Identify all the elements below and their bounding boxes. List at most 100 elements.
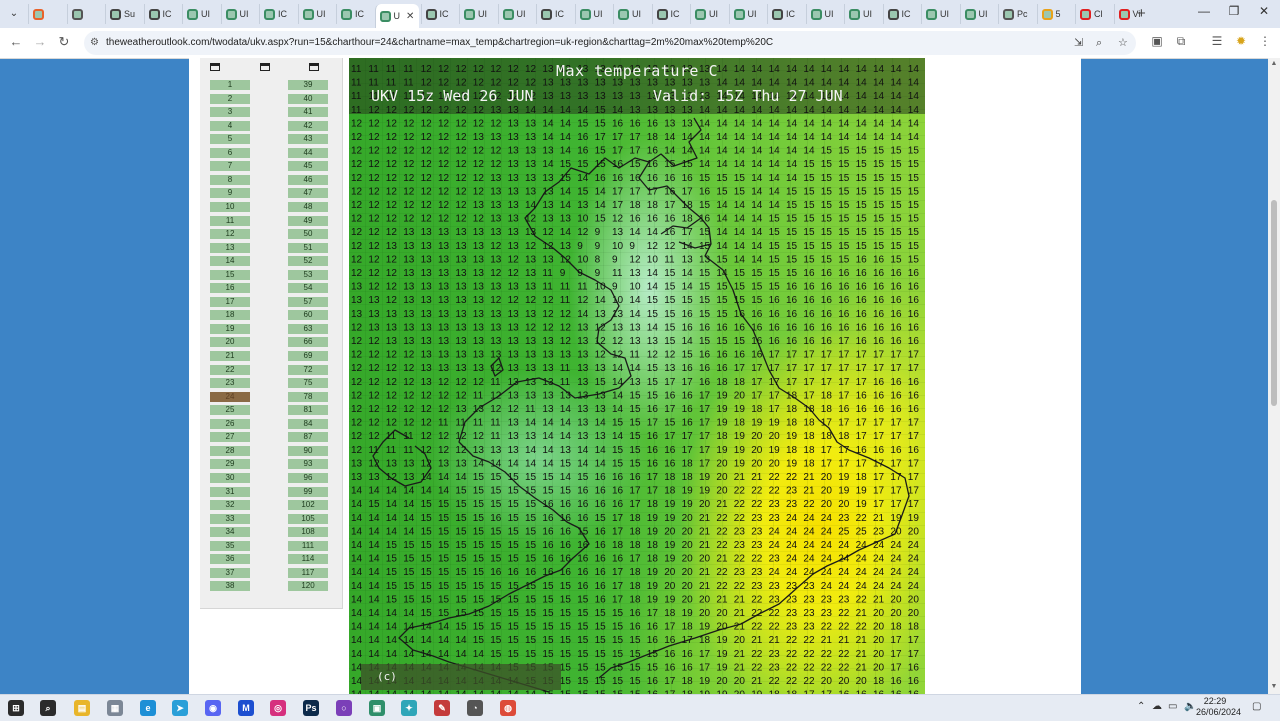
chart-hour-button[interactable]: 40 bbox=[288, 93, 328, 104]
browser-tab[interactable]: IC bbox=[420, 4, 458, 24]
browser-tab[interactable]: UI bbox=[574, 4, 612, 24]
chart-hour-button[interactable]: 108 bbox=[288, 527, 328, 538]
chart-hour-button[interactable]: 6 bbox=[210, 147, 250, 158]
chart-hour-button[interactable]: 9 bbox=[210, 188, 250, 199]
browser-tab[interactable]: Su bbox=[105, 4, 142, 24]
browser-tab[interactable]: 5 bbox=[1036, 4, 1074, 24]
chart-hour-button[interactable]: 17 bbox=[210, 296, 250, 307]
chart-hour-button[interactable]: 72 bbox=[288, 364, 328, 375]
circle-app-icon[interactable]: ○ bbox=[336, 700, 352, 716]
chart-hour-button[interactable]: 10 bbox=[210, 201, 250, 212]
chart-hour-button[interactable]: 75 bbox=[288, 378, 328, 389]
chart-hour-button[interactable]: 44 bbox=[288, 147, 328, 158]
chart-hour-button[interactable]: 4 bbox=[210, 120, 250, 131]
chart-hour-button[interactable]: 111 bbox=[288, 540, 328, 551]
chart-hour-button[interactable]: 51 bbox=[288, 242, 328, 253]
scroll-up-icon[interactable]: ▲ bbox=[1268, 60, 1280, 67]
browser-tab[interactable]: UI bbox=[497, 4, 535, 24]
search-icon[interactable]: ⌕ bbox=[40, 700, 56, 716]
chart-hour-button[interactable]: 11 bbox=[210, 215, 250, 226]
chart-hour-button[interactable]: 20 bbox=[210, 337, 250, 348]
file-explorer-icon[interactable]: ▤ bbox=[74, 700, 90, 716]
chart-hour-button[interactable]: 63 bbox=[288, 323, 328, 334]
browser-tab[interactable]: UI bbox=[959, 4, 997, 24]
chart-hour-button[interactable]: 33 bbox=[210, 513, 250, 524]
volume-icon[interactable]: 🔈 bbox=[1184, 701, 1196, 712]
bookmark-star-icon[interactable]: ☆ bbox=[1118, 31, 1128, 55]
chart-hour-button[interactable]: 21 bbox=[210, 351, 250, 361]
chart-hour-button[interactable]: 19 bbox=[210, 323, 250, 334]
chart-hour-button[interactable]: 69 bbox=[288, 351, 328, 361]
chart-hour-button[interactable]: 16 bbox=[210, 283, 250, 294]
browser-tab[interactable]: IC bbox=[143, 4, 181, 24]
chart-hour-button[interactable]: 26 bbox=[210, 418, 250, 429]
chart-hour-button[interactable]: 38 bbox=[210, 581, 250, 592]
terminal-icon[interactable]: ▣ bbox=[369, 700, 385, 716]
windows-start-icon[interactable]: ⊞ bbox=[8, 700, 24, 716]
chrome-icon[interactable]: ◍ bbox=[500, 700, 516, 716]
page-scrollbar[interactable]: ▲ ▼ bbox=[1268, 58, 1280, 694]
close-tab-icon[interactable]: ✕ bbox=[406, 11, 414, 22]
chart-hour-button[interactable]: 117 bbox=[288, 567, 328, 578]
tray-overflow-icon[interactable]: ⌃ bbox=[1137, 701, 1145, 712]
discord-icon[interactable]: ◉ bbox=[205, 700, 221, 716]
chart-hour-button[interactable]: 43 bbox=[288, 134, 328, 145]
chart-hour-button[interactable]: 28 bbox=[210, 445, 250, 456]
chart-hour-button[interactable]: 22 bbox=[210, 364, 250, 375]
new-tab-button[interactable]: + bbox=[1137, 5, 1146, 22]
chart-hour-button[interactable]: 36 bbox=[210, 554, 250, 565]
zoom-icon[interactable]: ⌕ bbox=[1096, 31, 1102, 55]
browser-tab[interactable]: UI bbox=[921, 4, 958, 24]
browser-tab[interactable] bbox=[28, 4, 65, 24]
chart-hour-button[interactable]: 3 bbox=[210, 107, 250, 118]
chart-hour-button[interactable]: 24 bbox=[210, 391, 250, 402]
chart-hour-button[interactable]: 52 bbox=[288, 256, 328, 267]
tab-search-chevron-icon[interactable]: ⌄ bbox=[6, 6, 22, 22]
notifications-icon[interactable]: ▢ bbox=[1252, 701, 1261, 712]
browser-tab[interactable]: Pc bbox=[998, 4, 1035, 24]
chart-hour-button[interactable]: 66 bbox=[288, 337, 328, 348]
folder-icon[interactable]: ▦ bbox=[107, 700, 123, 716]
chart-hour-button[interactable]: 87 bbox=[288, 432, 328, 443]
chart-hour-button[interactable]: 25 bbox=[210, 405, 250, 416]
browser-tab[interactable]: UI bbox=[844, 4, 881, 24]
extension-icon[interactable]: ▣ bbox=[1148, 34, 1166, 48]
telegram-icon[interactable]: ➤ bbox=[172, 700, 188, 716]
chart-hour-button[interactable]: 13 bbox=[210, 242, 250, 253]
chart-hour-button[interactable]: 46 bbox=[288, 174, 328, 185]
browser-menu-icon[interactable]: ⋮ bbox=[1256, 34, 1274, 48]
instagram-icon[interactable]: ◎ bbox=[270, 700, 286, 716]
chart-hour-button[interactable]: 60 bbox=[288, 310, 328, 321]
chart-hour-button[interactable]: 81 bbox=[288, 405, 328, 416]
chart-hour-button[interactable]: 32 bbox=[210, 500, 250, 511]
install-app-icon[interactable]: ⇲ bbox=[1074, 31, 1083, 55]
clock-app-icon[interactable]: ◔ bbox=[467, 700, 483, 716]
chart-hour-button[interactable]: 15 bbox=[210, 269, 250, 280]
chart-hour-button[interactable]: 35 bbox=[210, 540, 250, 551]
network-icon[interactable]: ▭ bbox=[1168, 701, 1177, 712]
chart-hour-button[interactable]: 30 bbox=[210, 472, 250, 483]
system-clock[interactable]: 22:29 26/06/2024 bbox=[1196, 696, 1241, 718]
chart-hour-button[interactable]: 78 bbox=[288, 391, 328, 402]
cloud-sync-icon[interactable]: ☁ bbox=[1152, 701, 1162, 712]
browser-tab[interactable]: UI bbox=[728, 4, 766, 24]
chart-hour-button[interactable]: 84 bbox=[288, 418, 328, 429]
chart-hour-button[interactable]: 2 bbox=[210, 93, 250, 104]
edge-icon[interactable]: e bbox=[140, 700, 156, 716]
chart-hour-button[interactable]: 41 bbox=[288, 107, 328, 118]
chart-hour-button[interactable]: 31 bbox=[210, 486, 250, 497]
forward-icon[interactable]: → bbox=[30, 34, 50, 49]
chart-hour-button[interactable]: 120 bbox=[288, 581, 328, 592]
profile-icon[interactable]: ✹ bbox=[1232, 34, 1250, 48]
chart-hour-button[interactable]: 12 bbox=[210, 229, 250, 240]
paint-icon[interactable]: ✎ bbox=[434, 700, 450, 716]
url-field[interactable]: ⚙ theweatheroutlook.com/twodata/ukv.aspx… bbox=[84, 31, 1136, 55]
browser-tab[interactable]: IC bbox=[651, 4, 689, 24]
back-icon[interactable]: ← bbox=[6, 34, 26, 49]
browser-tab[interactable]: IC bbox=[536, 4, 573, 24]
chart-hour-button[interactable]: 102 bbox=[288, 500, 328, 511]
chart-hour-button[interactable]: 34 bbox=[210, 527, 250, 538]
browser-tab[interactable]: U ✕ bbox=[374, 4, 419, 28]
chart-hour-button[interactable]: 1 bbox=[210, 80, 250, 90]
chart-hour-button[interactable]: 49 bbox=[288, 215, 328, 226]
